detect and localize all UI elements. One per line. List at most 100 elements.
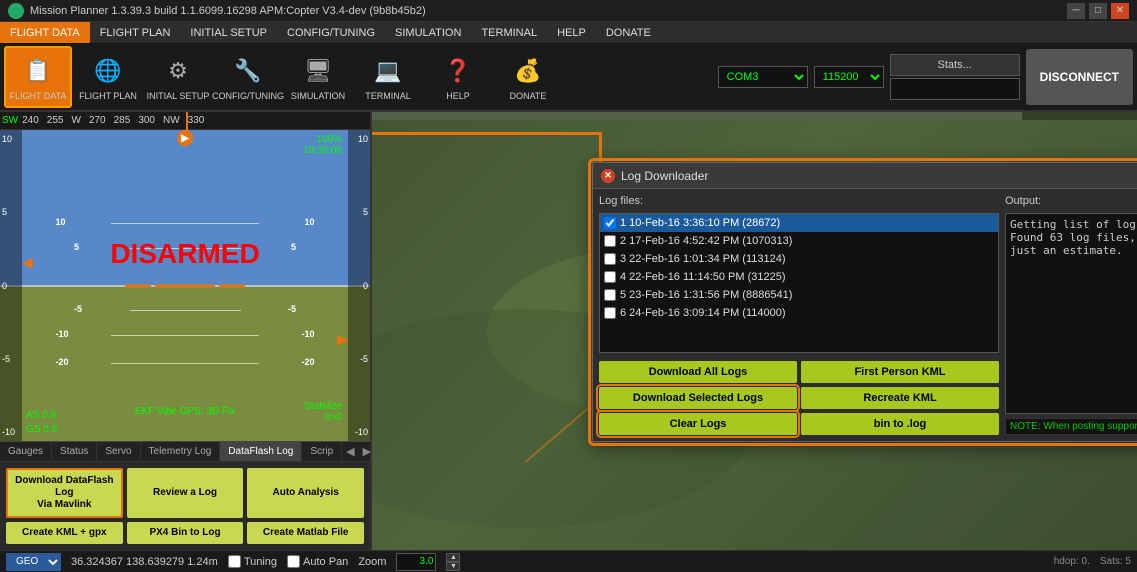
com-port-select[interactable]: COM3	[718, 66, 808, 88]
pitch-line-n15	[111, 363, 259, 364]
tab-servo[interactable]: Servo	[97, 442, 140, 461]
menu-bar: FLIGHT DATA FLIGHT PLAN INITIAL SETUP CO…	[0, 22, 1137, 44]
scale-5-left: 5	[2, 207, 20, 217]
as-gs-stats: AS 0.6 GS 0.6	[26, 409, 57, 437]
toolbar-flight-data[interactable]: 📋 FLIGHT DATA	[4, 46, 72, 108]
log-item-checkbox[interactable]	[604, 217, 616, 229]
zoom-up-button[interactable]: ▲	[446, 553, 460, 562]
create-matlab-button[interactable]: Create Matlab File	[247, 522, 364, 544]
stats-button[interactable]: Stats...	[890, 54, 1020, 76]
log-files-label: Log files:	[599, 195, 999, 207]
px4-bin-button[interactable]: PX4 Bin to Log	[127, 522, 244, 544]
output-section: Output: Getting list of log files...Foun…	[1005, 195, 1137, 435]
log-item-checkbox[interactable]	[604, 253, 616, 265]
pitch-label-5-right: 5	[291, 242, 296, 252]
menu-item-initial-setup[interactable]: INITIAL SETUP	[180, 22, 277, 43]
tab-status[interactable]: Status	[52, 442, 97, 461]
log-item[interactable]: 6 24-Feb-16 3:09:14 PM (114000)	[600, 304, 998, 322]
compass-300: 300	[138, 115, 155, 126]
scale-0-right: 0	[363, 281, 368, 291]
pitch-label-n15: -20	[56, 357, 69, 367]
scale-0-left: 0	[2, 281, 20, 291]
log-item[interactable]: 4 22-Feb-16 11:14:50 PM (31225)	[600, 268, 998, 286]
left-panel: SW 240 255 W 270 285 300 NW 330 10 10 5 …	[0, 112, 372, 550]
review-log-button[interactable]: Review a Log	[127, 468, 244, 518]
log-item-label: 1 10-Feb-16 3:36:10 PM (28672)	[620, 217, 780, 229]
stats-progress-bar	[890, 78, 1020, 100]
baud-rate-select[interactable]: 115200	[814, 66, 884, 88]
download-all-button[interactable]: Download All Logs	[599, 361, 797, 383]
autopan-checkbox[interactable]	[287, 555, 300, 568]
tab-dataflash[interactable]: DataFlash Log	[220, 442, 302, 461]
close-button[interactable]: ✕	[1111, 3, 1129, 19]
geo-select[interactable]: GEO	[6, 553, 61, 571]
zoom-down-button[interactable]: ▼	[446, 562, 460, 571]
terminal-icon: 💻	[369, 52, 407, 90]
log-item[interactable]: 2 17-Feb-16 4:52:42 PM (1070313)	[600, 232, 998, 250]
toolbar-terminal-label: TERMINAL	[365, 92, 411, 102]
disconnect-button[interactable]: DISCONNECT	[1026, 49, 1133, 105]
gs-label: GS 0.6	[26, 423, 57, 437]
compass-w: W	[71, 115, 80, 126]
toolbar: 📋 FLIGHT DATA 🌐 FLIGHT PLAN ⚙ INITIAL SE…	[0, 44, 1137, 112]
toolbar-simulation-label: SIMULATION	[291, 92, 345, 102]
toolbar-donate[interactable]: 💰 DONATE	[494, 46, 562, 108]
log-item[interactable]: 5 23-Feb-16 1:31:56 PM (8886541)	[600, 286, 998, 304]
log-list-container[interactable]: 1 10-Feb-16 3:36:10 PM (28672) 2 17-Feb-1…	[599, 213, 999, 353]
tabs-row: Gauges Status Servo Telemetry Log DataFl…	[0, 442, 370, 462]
tab-telemetry[interactable]: Telemetry Log	[141, 442, 221, 461]
zoom-input[interactable]	[396, 553, 436, 571]
clear-logs-button[interactable]: Clear Logs	[599, 413, 797, 435]
compass-bar: SW 240 255 W 270 285 300 NW 330	[0, 112, 370, 130]
tab-gauges[interactable]: Gauges	[0, 442, 52, 461]
battery-pct: 100%	[303, 134, 342, 145]
scale-5-right: 5	[363, 207, 368, 217]
first-person-kml-button[interactable]: First Person KML	[801, 361, 999, 383]
auto-analysis-button[interactable]: Auto Analysis	[247, 468, 364, 518]
toolbar-flight-plan[interactable]: 🌐 FLIGHT PLAN	[74, 46, 142, 108]
log-item-checkbox[interactable]	[604, 307, 616, 319]
bin-to-log-button[interactable]: bin to .log	[801, 413, 999, 435]
toolbar-right: COM3 115200 Stats... DISCONNECT	[718, 49, 1133, 105]
maximize-button[interactable]: □	[1089, 3, 1107, 19]
log-list: 1 10-Feb-16 3:36:10 PM (28672) 2 17-Feb-1…	[600, 214, 998, 322]
log-files-section: Log files: 1 10-Feb-16 3:36:10 PM (28672…	[599, 195, 999, 435]
menu-item-donate[interactable]: DONATE	[596, 22, 661, 43]
menu-item-flight-data[interactable]: FLIGHT DATA	[0, 22, 90, 43]
menu-item-help[interactable]: HELP	[547, 22, 596, 43]
toolbar-simulation[interactable]: 🖥 SIMULATION	[284, 46, 352, 108]
create-kml-button[interactable]: Create KML + gpx	[6, 522, 123, 544]
toolbar-help[interactable]: ❓ HELP	[424, 46, 492, 108]
flight-plan-icon: 🌐	[89, 52, 127, 90]
log-item[interactable]: 1 10-Feb-16 3:36:10 PM (28672)	[600, 214, 998, 232]
tab-scroll-right[interactable]: ▶	[359, 442, 370, 461]
right-scale: 10 5 0 -5 -10	[348, 130, 370, 441]
log-item-checkbox[interactable]	[604, 289, 616, 301]
pitch-line-10	[111, 223, 259, 224]
download-mavlink-button[interactable]: Download DataFlash Log Via Mavlink	[6, 468, 123, 518]
app-title: Mission Planner 1.3.39.3 build 1.1.6099.…	[30, 5, 1067, 17]
log-item-label: 5 23-Feb-16 1:31:56 PM (8886541)	[620, 289, 792, 301]
pitch-line-n10	[111, 335, 259, 336]
menu-item-terminal[interactable]: TERMINAL	[471, 22, 547, 43]
menu-item-config-tuning[interactable]: CONFIG/TUNING	[277, 22, 385, 43]
toolbar-terminal[interactable]: 💻 TERMINAL	[354, 46, 422, 108]
toolbar-initial-setup[interactable]: ⚙ INITIAL SETUP	[144, 46, 212, 108]
tab-scrip[interactable]: Scrip	[302, 442, 342, 461]
tab-scroll-left[interactable]: ◀	[342, 442, 358, 461]
log-item-checkbox[interactable]	[604, 235, 616, 247]
tuning-checkbox[interactable]	[228, 555, 241, 568]
time-display: 19:39:08	[303, 145, 342, 156]
recreate-kml-button[interactable]: Recreate KML	[801, 387, 999, 409]
config-tuning-icon: 🔧	[229, 52, 267, 90]
log-item[interactable]: 3 22-Feb-16 1:01:34 PM (113124)	[600, 250, 998, 268]
log-item-checkbox[interactable]	[604, 271, 616, 283]
menu-item-flight-plan[interactable]: FLIGHT PLAN	[90, 22, 181, 43]
minimize-button[interactable]: ─	[1067, 3, 1085, 19]
window-controls[interactable]: ─ □ ✕	[1067, 3, 1129, 19]
menu-item-simulation[interactable]: SIMULATION	[385, 22, 471, 43]
pitch-label-10: 10	[56, 217, 66, 227]
download-selected-button[interactable]: Download Selected Logs	[599, 387, 797, 409]
toolbar-config-tuning[interactable]: 🔧 CONFIG/TUNING	[214, 46, 282, 108]
map-area: ✕ Log Downloader ─ □ ✕ Log files: 1 10-F…	[372, 112, 1137, 550]
